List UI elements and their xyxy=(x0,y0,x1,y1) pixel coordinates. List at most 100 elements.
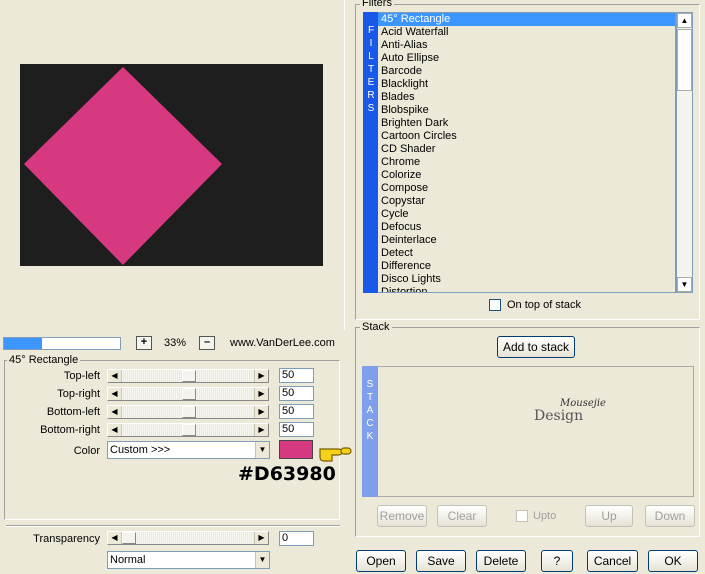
zoom-out-button[interactable]: – xyxy=(199,336,215,350)
filter-list-item[interactable]: Disco Lights xyxy=(378,273,675,286)
top-left-value-field[interactable]: 50 xyxy=(279,368,314,383)
filter-list-item[interactable]: Blobspike xyxy=(378,104,675,117)
tab-letter: S xyxy=(366,379,374,390)
zoom-in-button[interactable]: + xyxy=(136,336,152,350)
slider-right-arrow-icon[interactable]: ▶ xyxy=(254,532,268,544)
filter-list-item[interactable]: Detect xyxy=(378,247,675,260)
tab-letter: S xyxy=(367,103,375,114)
scroll-up-icon[interactable]: ▲ xyxy=(677,13,692,28)
stack-tab: S T A C K xyxy=(362,366,378,497)
parameters-group-title: 45° Rectangle xyxy=(7,354,81,366)
stack-area[interactable] xyxy=(378,366,694,497)
top-right-value-field[interactable]: 50 xyxy=(279,386,314,401)
tab-letter: A xyxy=(366,405,374,416)
pointing-hand-icon xyxy=(319,447,352,462)
slider-left-arrow-icon[interactable]: ◀ xyxy=(108,388,122,400)
slider-right-arrow-icon[interactable]: ▶ xyxy=(254,424,268,436)
slider-thumb[interactable] xyxy=(122,532,136,544)
chevron-down-icon[interactable]: ▼ xyxy=(255,552,269,568)
progress-bar xyxy=(3,337,121,350)
slider-thumb[interactable] xyxy=(182,370,196,382)
bottom-right-slider[interactable]: ◀ ▶ xyxy=(107,423,269,437)
color-hex-annotation: #D63980 xyxy=(238,463,336,485)
tab-letter: T xyxy=(367,64,375,75)
tab-letter: K xyxy=(366,431,374,442)
transparency-label: Transparency xyxy=(33,533,100,545)
filter-list-item[interactable]: Deinterlace xyxy=(378,234,675,247)
on-top-of-stack-checkbox[interactable] xyxy=(489,299,501,311)
filters-list[interactable]: 45° Rectangle Acid Waterfall Anti-Alias Aut… xyxy=(378,12,676,293)
tab-letter: E xyxy=(367,77,375,88)
progress-fill xyxy=(4,338,43,349)
tab-letter: F xyxy=(367,25,375,36)
watermark-logo-script: Mousejie xyxy=(560,398,606,409)
slider-thumb[interactable] xyxy=(182,388,196,400)
open-button[interactable]: Open xyxy=(356,550,406,572)
filter-list-item[interactable]: Chrome xyxy=(378,156,675,169)
filter-list-item[interactable]: Brighten Dark xyxy=(378,117,675,130)
filter-list-item[interactable]: Anti-Alias xyxy=(378,39,675,52)
filter-list-item[interactable]: Auto Ellipse xyxy=(378,52,675,65)
chevron-down-icon[interactable]: ▼ xyxy=(255,442,269,458)
filter-list-item[interactable]: Cycle xyxy=(378,208,675,221)
filters-group-title: Filters xyxy=(360,0,394,9)
cancel-button[interactable]: Cancel xyxy=(587,550,638,572)
filter-list-item[interactable]: Copystar xyxy=(378,195,675,208)
filters-scrollbar[interactable]: ▲ ▼ xyxy=(676,12,693,293)
upto-checkbox[interactable] xyxy=(516,510,528,522)
down-button[interactable]: Down xyxy=(645,505,695,527)
bottom-left-value-field[interactable]: 50 xyxy=(279,404,314,419)
slider-right-arrow-icon[interactable]: ▶ xyxy=(254,388,268,400)
scroll-thumb[interactable] xyxy=(677,29,692,91)
filter-list-item[interactable]: Defocus xyxy=(378,221,675,234)
tab-letter: L xyxy=(368,51,374,62)
help-button[interactable]: ? xyxy=(541,550,573,572)
filter-list-item[interactable]: Difference xyxy=(378,260,675,273)
slider-track[interactable] xyxy=(122,532,254,544)
remove-button[interactable]: Remove xyxy=(377,505,427,527)
upto-label: Upto xyxy=(533,510,557,522)
color-select-value: Custom >>> xyxy=(110,444,171,456)
slider-thumb[interactable] xyxy=(182,424,196,436)
transparency-slider[interactable]: ◀ ▶ xyxy=(107,531,269,545)
color-select[interactable]: Custom >>> ▼ xyxy=(107,441,270,459)
slider-thumb[interactable] xyxy=(182,406,196,418)
credit-link[interactable]: www.VanDerLee.com xyxy=(230,337,335,349)
up-button[interactable]: Up xyxy=(585,505,633,527)
separator xyxy=(6,525,340,527)
delete-button[interactable]: Delete xyxy=(476,550,526,572)
color-swatch[interactable] xyxy=(279,440,313,459)
filter-list-item[interactable]: Distortion xyxy=(378,286,675,292)
preview-diamond-shape xyxy=(24,67,222,265)
clear-button[interactable]: Clear xyxy=(437,505,487,527)
ok-button[interactable]: OK xyxy=(648,550,698,572)
filter-list-item[interactable]: Cartoon Circles xyxy=(378,130,675,143)
filter-list-item[interactable]: 45° Rectangle xyxy=(378,13,675,26)
top-left-slider[interactable]: ◀ ▶ xyxy=(107,369,269,383)
transparency-value-field[interactable]: 0 xyxy=(279,531,314,546)
top-right-slider[interactable]: ◀ ▶ xyxy=(107,387,269,401)
save-button[interactable]: Save xyxy=(416,550,466,572)
filter-list-item[interactable]: Compose xyxy=(378,182,675,195)
add-to-stack-button[interactable]: Add to stack xyxy=(497,336,575,358)
filter-list-item[interactable]: CD Shader xyxy=(378,143,675,156)
scroll-down-icon[interactable]: ▼ xyxy=(677,277,692,292)
slider-left-arrow-icon[interactable]: ◀ xyxy=(108,370,122,382)
top-right-label: Top-right xyxy=(57,388,100,400)
top-left-label: Top-left xyxy=(63,370,100,382)
bottom-left-slider[interactable]: ◀ ▶ xyxy=(107,405,269,419)
slider-left-arrow-icon[interactable]: ◀ xyxy=(108,424,122,436)
slider-right-arrow-icon[interactable]: ▶ xyxy=(254,370,268,382)
filter-list-item[interactable]: Blacklight xyxy=(378,78,675,91)
slider-right-arrow-icon[interactable]: ▶ xyxy=(254,406,268,418)
slider-left-arrow-icon[interactable]: ◀ xyxy=(108,406,122,418)
filter-list-item[interactable]: Colorize xyxy=(378,169,675,182)
filter-list-item[interactable]: Barcode xyxy=(378,65,675,78)
tab-letter: T xyxy=(366,392,374,403)
slider-left-arrow-icon[interactable]: ◀ xyxy=(108,532,122,544)
bottom-right-value-field[interactable]: 50 xyxy=(279,422,314,437)
filters-tab: F I L T E R S xyxy=(363,12,379,293)
blend-mode-select[interactable]: Normal ▼ xyxy=(107,551,270,569)
filter-list-item[interactable]: Acid Waterfall xyxy=(378,26,675,39)
filter-list-item[interactable]: Blades xyxy=(378,91,675,104)
